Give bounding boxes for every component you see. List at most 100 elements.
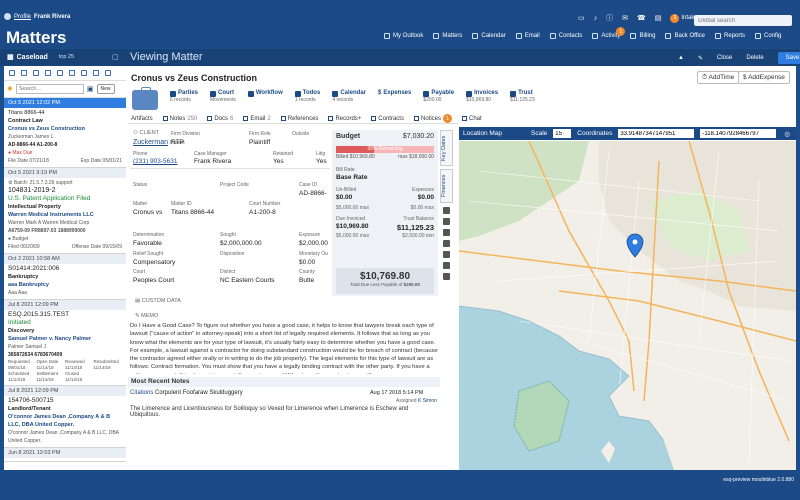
note-item[interactable]: Citations Corpulent Foofaraw Skulduggery (130, 390, 243, 396)
firm-division-label: Firm Division (171, 131, 200, 137)
case-list-item[interactable]: Oct 5 2021 12:02 PM Titans 8866-44 Contr… (4, 98, 126, 168)
case-person: Zuckerman James L. (8, 134, 55, 140)
pen-icon[interactable] (443, 229, 450, 236)
case-list-item[interactable]: Jul 8 2021 12:09 PM 154706-500715 Landlo… (4, 386, 126, 448)
image-icon[interactable] (443, 218, 450, 225)
calendar-button[interactable]: Calendar 4 records (332, 90, 366, 110)
hierarchy-icon[interactable] (443, 251, 450, 258)
trust-button[interactable]: Trust $11,125.23 (510, 90, 535, 110)
case-name: O'connor James Dean ,Company A & B LLC, … (8, 414, 111, 428)
document-icon[interactable]: ▢ (112, 53, 119, 61)
nav-matters[interactable]: Matters (433, 33, 462, 39)
global-search-input[interactable] (694, 15, 792, 26)
case-list-item[interactable]: Jul 8 2021 12:09 PM ESQ.2015.315.TEST In… (4, 300, 126, 386)
grid-icon[interactable] (45, 70, 51, 76)
nav-billing[interactable]: Billing (630, 33, 655, 39)
briefcase-icon[interactable] (33, 70, 39, 76)
tab-label: Notices (420, 115, 441, 122)
list-icon[interactable] (9, 70, 15, 76)
nav-activity[interactable]: Activity 1 (592, 27, 626, 39)
info-icon[interactable]: ⓘ (606, 13, 613, 23)
recent-notes-header: Most Recent Notes (128, 377, 440, 387)
wrench-icon[interactable]: ✎ (698, 55, 703, 62)
nav-reports[interactable]: Reports (715, 33, 745, 39)
globe-icon[interactable] (443, 207, 450, 214)
tab-finances[interactable]: Finances (440, 169, 453, 203)
filter-icon[interactable] (93, 70, 99, 76)
calendar-icon[interactable]: ▣ (87, 85, 94, 93)
workflow-button[interactable]: Workflow (247, 90, 283, 110)
case-code-value: A6759-09 FR8897-03 1888999000 (8, 228, 86, 234)
nav-email[interactable]: Email (515, 33, 540, 39)
tool-label: Court (218, 90, 235, 96)
tag-icon[interactable] (21, 70, 27, 76)
case-person: O'connor James Dean ,Company A & B LLC, … (8, 430, 119, 444)
user-icon (4, 13, 11, 20)
add-time-button[interactable]: ⏱ AddTime (697, 71, 740, 84)
nav-calendar[interactable]: Calendar (472, 33, 506, 39)
delete-button[interactable]: Delete (746, 55, 763, 61)
graduation-icon[interactable]: ▲ (678, 55, 684, 61)
county-label: County (299, 269, 315, 275)
microphone-icon[interactable]: ♪ (594, 15, 598, 22)
save-button[interactable]: Save (777, 52, 800, 64)
case-list-item[interactable]: Jun 8 2021 12:03 PM (4, 448, 126, 462)
scale-input[interactable] (553, 129, 572, 138)
branch-icon[interactable] (443, 240, 450, 247)
nav-config[interactable]: Config (755, 33, 781, 39)
nav-my-outlook[interactable]: My Outlook (384, 33, 423, 39)
tab-notes[interactable]: Notes 250 (162, 115, 198, 122)
case-batch-label: Batch: 21.5.7.3.26 support (13, 180, 73, 186)
people-icon[interactable] (57, 70, 63, 76)
tab-email[interactable]: Email 2 (243, 116, 271, 122)
tab-docs[interactable]: Docs 6 (207, 116, 233, 122)
case-list-item[interactable]: Oct 5 2021 9:19 PM ⚙ Batch: 21.5.7.3.26 … (4, 168, 126, 254)
new-case-button[interactable]: New (96, 84, 115, 94)
case-list-item[interactable]: Oct 2 2021 10:58 AM S01414:2021:006 Bank… (4, 254, 126, 300)
longitude-input[interactable] (700, 129, 777, 138)
tab-key-dates[interactable]: Key Dates (440, 130, 453, 166)
close-button[interactable]: Close (717, 55, 732, 61)
sidebar-search-input[interactable] (15, 84, 84, 94)
tab-records[interactable]: Records+ (328, 116, 361, 122)
monitor-icon[interactable]: ▭ (578, 14, 585, 22)
todos-button[interactable]: Todos 1 records (294, 90, 320, 110)
tool-label: Expenses (383, 90, 412, 96)
more-icon[interactable] (105, 70, 111, 76)
nav-back-office[interactable]: Back Office (665, 33, 705, 39)
case-status: U.S. Patent Application Filed (8, 195, 91, 202)
caseload-label: Caseload (16, 53, 48, 61)
payable-button[interactable]: Payable $200.00 (423, 90, 454, 110)
tab-artifacts[interactable]: Artifacts (131, 116, 153, 122)
expenses-button[interactable]: $ Expenses (378, 90, 411, 110)
book-icon[interactable] (81, 70, 87, 76)
calendar-icon (332, 90, 339, 97)
location-map[interactable] (459, 141, 796, 470)
case-type: Discovery (8, 328, 35, 334)
tab-contracts[interactable]: Contracts (371, 116, 404, 122)
parties-button[interactable]: Parties 6 records (170, 90, 198, 110)
caseload-sidebar: ✹ ▣ New Oct 5 2021 12:02 PM Titans 8866-… (4, 66, 126, 470)
invoices-button[interactable]: Invoices $10,969.80 (466, 90, 498, 110)
court-button[interactable]: Court Movements (210, 90, 236, 110)
nav-contacts[interactable]: Contacts (549, 33, 582, 39)
add-expense-button[interactable]: $ AddExpense (738, 71, 790, 84)
target-icon[interactable]: ◎ (784, 130, 790, 138)
film-icon[interactable] (443, 262, 450, 269)
tab-references[interactable]: References (280, 116, 318, 122)
table-icon[interactable] (69, 70, 75, 76)
tab-chat[interactable]: Chat (462, 116, 482, 122)
tab-count: 250 (187, 115, 198, 122)
phone-link[interactable]: (231) 903-5631 (133, 158, 177, 165)
chat-icon[interactable]: ✉ (622, 14, 628, 22)
case-id: S01414:2021:006 (8, 265, 60, 272)
profile-link[interactable]: Profile Frank Rivera (4, 13, 70, 20)
phone-icon[interactable]: ☎ (637, 14, 646, 22)
tool-sub: $11,125.23 (510, 97, 535, 103)
world-icon[interactable] (443, 273, 450, 280)
print-icon[interactable]: ▤ (655, 14, 662, 22)
latitude-input[interactable] (618, 129, 695, 138)
tab-notices[interactable]: Notices 1 (413, 114, 452, 123)
client-link[interactable]: Zuckerman (133, 139, 168, 146)
bulb-icon[interactable]: ✹ (7, 85, 13, 93)
